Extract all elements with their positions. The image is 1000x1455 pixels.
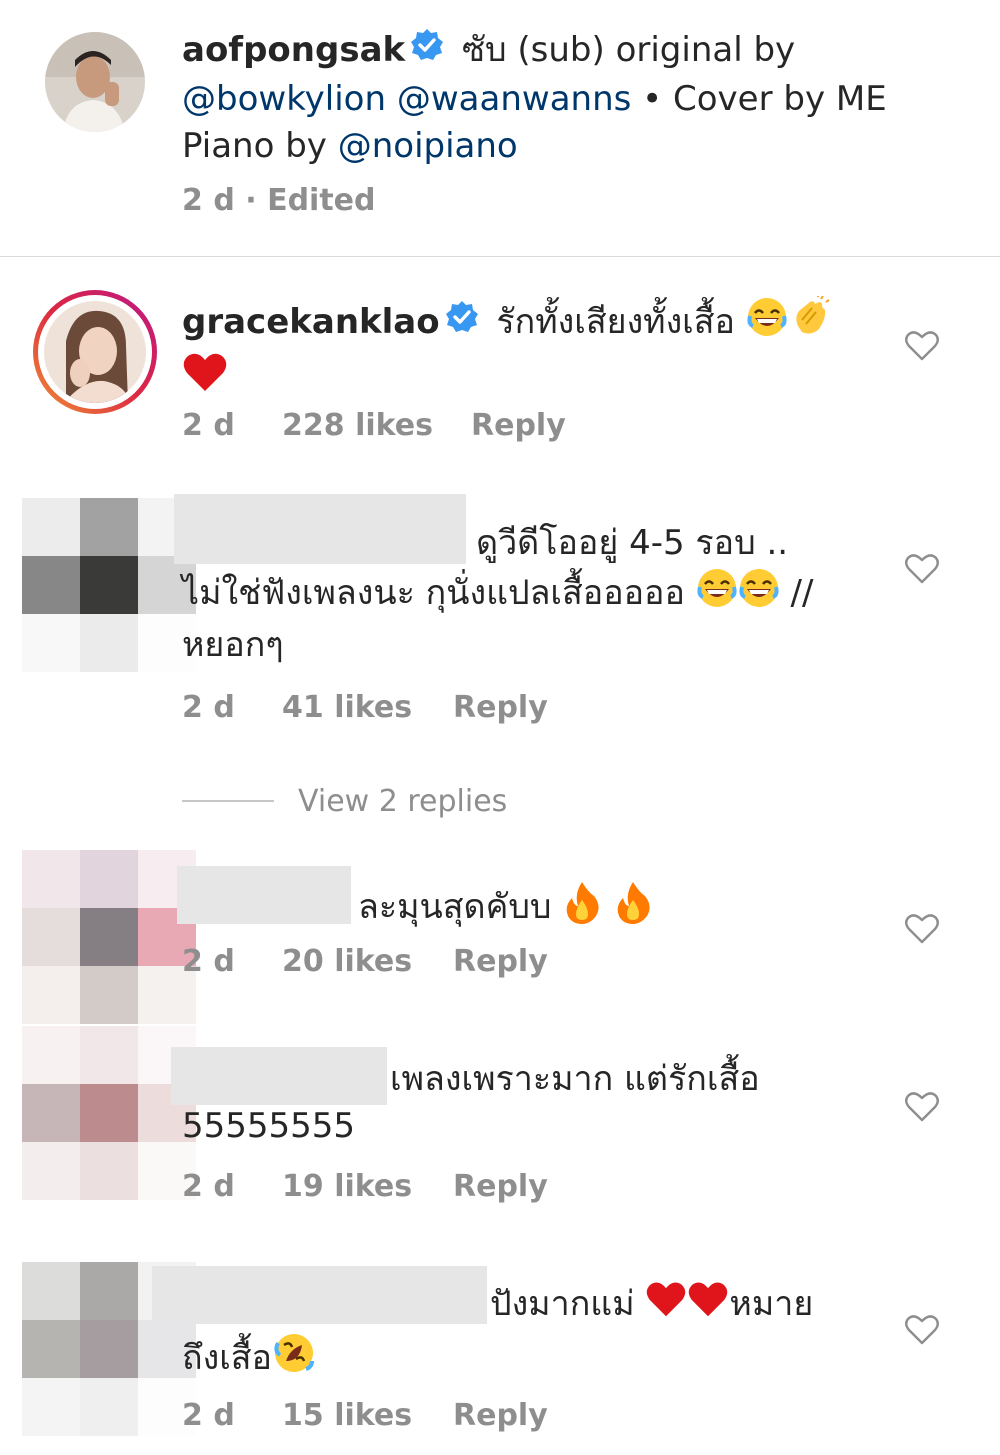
laughing-emoji-icon [738,567,780,622]
comment-5-likes[interactable]: 15 likes [282,1398,412,1433]
comment-1-reply-button[interactable]: Reply [471,408,566,443]
comment-2-text-suffix: // [790,573,814,613]
caption-divider [0,256,1000,257]
comment-5-text-line1: ปังมากแม่ [490,1284,635,1324]
caption-text-1: ซับ (sub) original by [461,30,796,70]
comment-2-likes[interactable]: 41 likes [282,690,412,725]
comment-3-reply-button[interactable]: Reply [453,944,548,979]
comment-5-reply-button[interactable]: Reply [453,1398,548,1433]
comment-4-reply-button[interactable]: Reply [453,1169,548,1204]
post-username[interactable]: aofpongsak [182,30,405,70]
comment-4-like-heart-icon[interactable] [904,1089,940,1125]
red-heart-emoji-icon [687,1280,729,1331]
comment-5-text-line2: ถึงเสื้อ [182,1338,272,1378]
rolling-laughing-emoji-icon [272,1331,316,1388]
comment-2-text-line2: ไม่ใช่ฟังเพลงนะ กุนั่งแปลเสื้อออออ [182,573,685,613]
comment-3-like-heart-icon[interactable] [904,911,940,947]
comment-5-time: 2 d [182,1398,235,1433]
red-heart-emoji-icon [645,1280,687,1331]
comment-3-avatar-blurred[interactable] [22,850,196,1024]
mention-bowkylion[interactable]: @bowkylion [182,79,386,119]
caption-text-3: Piano by [182,126,327,166]
mention-waanwanns[interactable]: @waanwanns [397,79,631,119]
comment-4-text-line1: เพลงเพราะมาก แต่รักเสื้อ [390,1059,760,1099]
comment-3-time: 2 d [182,944,235,979]
post-meta: 2 d · Edited [182,183,376,218]
view-replies-line [182,800,274,802]
avatar-aofpongsak[interactable] [45,32,145,132]
comment-2-text-line3: หยอกๆ [182,625,284,665]
comment-2-avatar-blurred[interactable] [22,498,196,672]
post-caption: aofpongsak ซับ (sub) original by @bowkyl… [182,27,972,170]
comment-4-text-line2: 55555555 [182,1106,356,1146]
comment-1-body: gracekanklao รักทั้งเสียงทั้งเสื้อ [182,294,882,406]
clapping-hands-emoji-icon [788,294,830,351]
laughing-emoji-icon [746,296,788,351]
laughing-emoji-icon [696,567,738,622]
comment-1-likes[interactable]: 228 likes [282,408,433,443]
comment-1-text: รักทั้งเสียงทั้งเสื้อ [496,302,735,342]
comment-4-avatar-blurred[interactable] [22,1026,196,1200]
comment-5-text-suffix: หมาย [729,1284,814,1324]
mention-noipiano[interactable]: @noipiano [338,126,518,166]
view-replies-button[interactable]: View 2 replies [298,784,507,819]
comment-4-time: 2 d [182,1169,235,1204]
comment-5-body: ปังมากแม่ หมาย ถึงเสื้อ [182,1280,882,1388]
verified-badge-icon [409,27,445,76]
comment-2-reply-button[interactable]: Reply [453,690,548,725]
comment-2-text-line1: ดูวีดีโออยู่ 4-5 รอบ .. [476,523,789,563]
comment-1-username[interactable]: gracekanklao [182,302,440,342]
avatar-gracekanklao[interactable] [33,290,157,414]
comment-5-like-heart-icon[interactable] [904,1312,940,1348]
verified-badge-icon [444,299,480,348]
caption-text-2: • Cover by ME [642,79,887,119]
comment-1-like-heart-icon[interactable] [904,328,940,364]
comment-2-body: ดูวีดีโออยู่ 4-5 รอบ .. ไม่ใช่ฟังเพลงนะ … [182,520,882,669]
red-heart-emoji-icon [182,351,228,406]
comment-3-body: ละมุนสุดคับบ [358,880,898,937]
comment-4-likes[interactable]: 19 likes [282,1169,412,1204]
comment-1-time: 2 d [182,408,235,443]
comment-4-body: เพลงเพราะมาก แต่รักเสื้อ 55555555 [182,1056,882,1150]
comment-2-like-heart-icon[interactable] [904,551,940,587]
comment-2-time: 2 d [182,690,235,725]
fire-emoji-icon [562,880,602,937]
fire-emoji-icon [613,880,653,937]
comment-3-username-blurred[interactable] [177,866,351,924]
comment-3-text: ละมุนสุดคับบ [358,887,552,927]
comment-3-likes[interactable]: 20 likes [282,944,412,979]
